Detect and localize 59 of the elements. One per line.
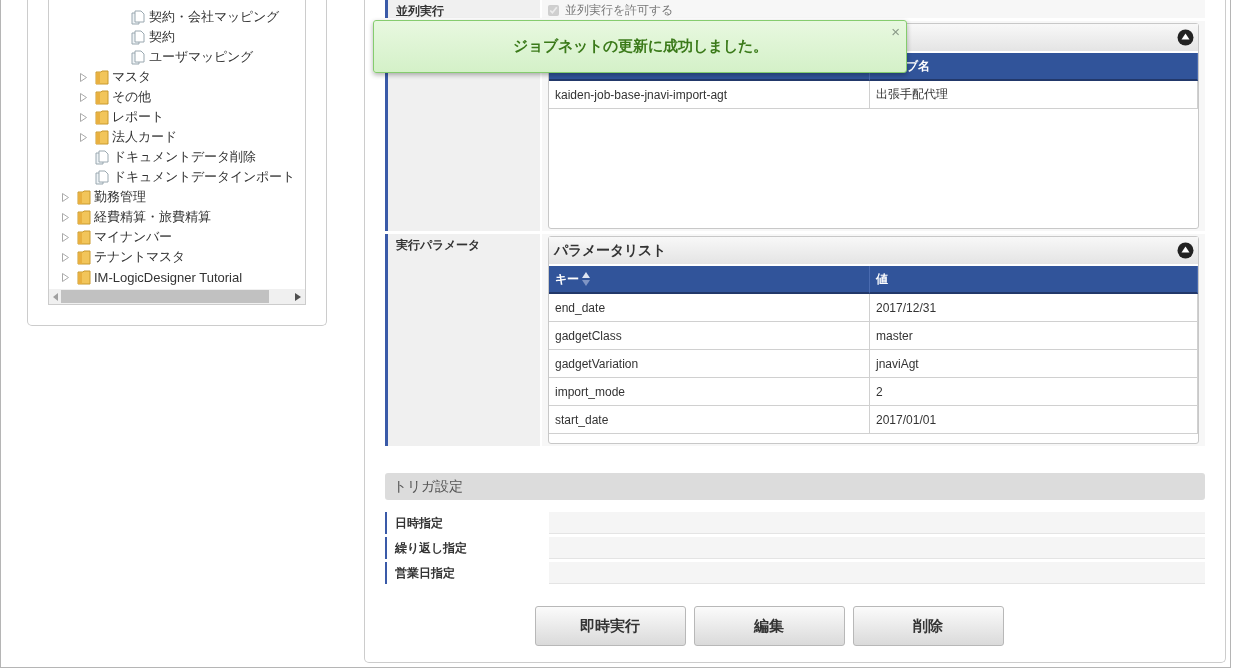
field-label: 並列実行 <box>385 0 540 18</box>
folder-icon <box>95 129 109 145</box>
checkbox-label: 並列実行を許可する <box>565 2 673 19</box>
tree-item[interactable]: 契約 <box>149 28 175 46</box>
tree-item[interactable]: ドキュメントデータ削除 <box>113 148 256 166</box>
table-cell: start_date <box>549 406 870 434</box>
toast-message: ジョブネットの更新に成功しました。 <box>512 37 768 56</box>
tree-item[interactable]: その他 <box>112 88 151 106</box>
table-cell: gadgetVariation <box>549 350 870 378</box>
tree-item[interactable]: テナントマスタ <box>94 248 185 266</box>
folder-icon <box>77 189 91 205</box>
folder-icon <box>77 229 91 245</box>
tree-item[interactable]: 契約・会社マッピング <box>149 8 279 26</box>
table-cell: 2 <box>870 378 1198 406</box>
table-cell: 2017/01/01 <box>870 406 1198 434</box>
tree-item[interactable]: 勤務管理 <box>94 188 146 206</box>
column-label: 値 <box>876 270 888 288</box>
sort-icon[interactable] <box>582 272 590 286</box>
document-icon <box>131 9 146 25</box>
action-button[interactable]: 削除 <box>852 606 1004 646</box>
section-header: トリガ設定 <box>385 473 1205 500</box>
tree-item[interactable]: ドキュメントデータインポート <box>113 168 295 186</box>
table-cell: gadgetClass <box>549 322 870 350</box>
column-header[interactable]: キー <box>549 266 870 294</box>
folder-icon <box>77 269 91 285</box>
tree-item[interactable]: マスタ <box>112 68 151 86</box>
table-cell: master <box>870 322 1198 350</box>
table-cell: 2017/12/31 <box>870 294 1198 322</box>
panel-title: パラメータリスト <box>554 241 666 260</box>
collapse-icon[interactable] <box>1177 29 1194 46</box>
table-cell: import_mode <box>549 378 870 406</box>
table-cell: end_date <box>549 294 870 322</box>
document-icon <box>131 49 146 65</box>
table-cell: 出張手配代理 <box>870 81 1198 109</box>
tree-item[interactable]: 法人カード <box>112 128 177 146</box>
table-cell: jnaviAgt <box>870 350 1198 378</box>
folder-icon <box>77 249 91 265</box>
column-label: ブ名 <box>906 57 930 75</box>
folder-icon <box>95 109 109 125</box>
document-icon <box>131 29 146 45</box>
column-label: キー <box>555 270 579 288</box>
document-icon <box>95 169 110 185</box>
scroll-right-icon[interactable] <box>295 292 301 301</box>
table-cell: kaiden-job-base-jnavi-import-agt <box>549 81 870 109</box>
tree-item[interactable]: レポート <box>112 108 164 126</box>
tree-item[interactable]: IM-LogicDesigner Tutorial <box>94 269 243 285</box>
folder-icon <box>77 209 91 225</box>
action-button[interactable]: 即時実行 <box>534 606 686 646</box>
tree-item[interactable]: ユーザマッピング <box>149 48 253 66</box>
tree-item[interactable]: マイナンバー <box>94 228 172 246</box>
folder-icon <box>95 89 109 105</box>
action-button[interactable]: 編集 <box>693 606 845 646</box>
document-icon <box>95 149 110 165</box>
field-label: 実行パラメータ <box>385 234 540 446</box>
folder-icon <box>95 69 109 85</box>
scroll-left-icon[interactable] <box>53 292 59 301</box>
tree-item[interactable]: 経費精算・旅費精算 <box>94 208 211 226</box>
collapse-icon[interactable] <box>1177 242 1194 259</box>
horizontal-scrollbar[interactable] <box>49 289 305 304</box>
